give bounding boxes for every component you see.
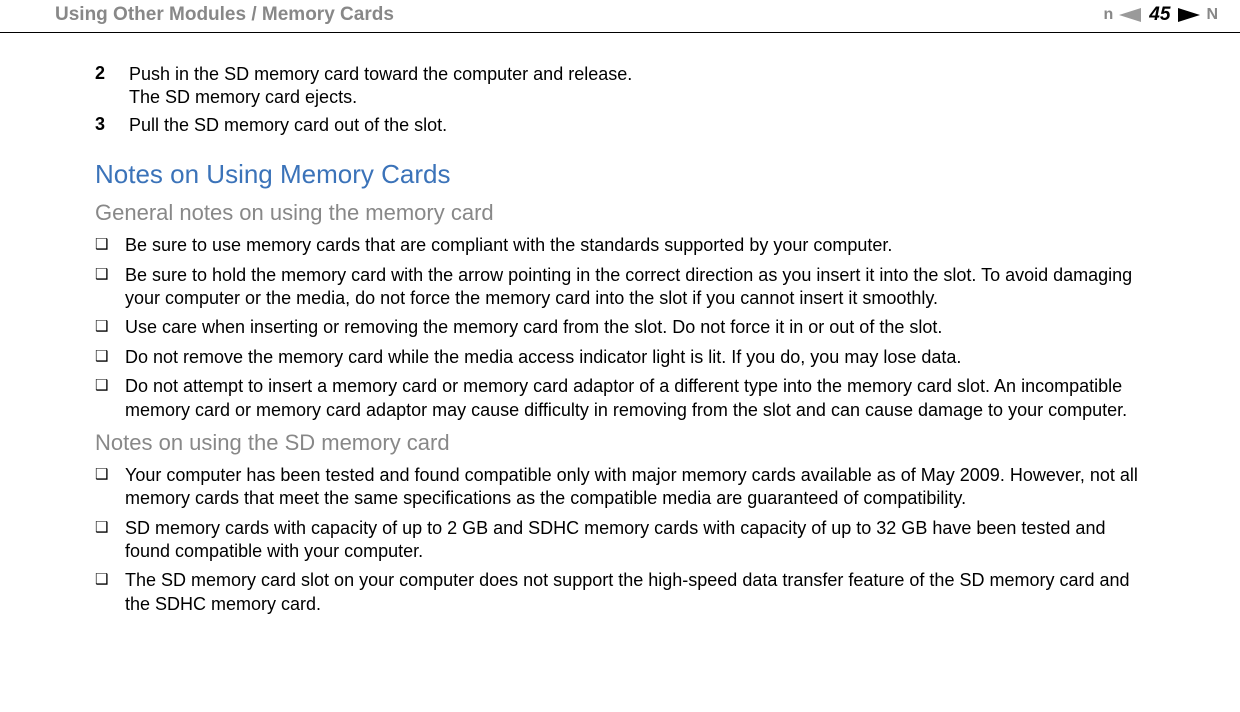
- step-text: Pull the SD memory card out of the slot.: [129, 114, 447, 137]
- list-item: ❑ Your computer has been tested and foun…: [95, 464, 1145, 511]
- step-2: 2 Push in the SD memory card toward the …: [95, 63, 1145, 110]
- bullet-icon: ❑: [95, 346, 125, 369]
- list-item-text: SD memory cards with capacity of up to 2…: [125, 517, 1145, 564]
- bullet-icon: ❑: [95, 464, 125, 487]
- step-number: 2: [95, 63, 129, 84]
- breadcrumb: Using Other Modules / Memory Cards: [55, 4, 394, 26]
- next-page-icon[interactable]: [1178, 8, 1200, 22]
- bullet-icon: ❑: [95, 264, 125, 287]
- page-number: 45: [1149, 4, 1170, 26]
- step-3: 3 Pull the SD memory card out of the slo…: [95, 114, 1145, 137]
- step-number: 3: [95, 114, 129, 135]
- page-navigator: n 45 N: [1102, 4, 1220, 26]
- nav-n-left[interactable]: n: [1104, 6, 1114, 24]
- bullet-icon: ❑: [95, 569, 125, 592]
- step-line: The SD memory card ejects.: [129, 86, 632, 109]
- list-item: ❑ The SD memory card slot on your comput…: [95, 569, 1145, 616]
- list-item-text: Do not remove the memory card while the …: [125, 346, 961, 369]
- list-item: ❑ Do not remove the memory card while th…: [95, 346, 1145, 369]
- list-item-text: Your computer has been tested and found …: [125, 464, 1145, 511]
- list-item-text: The SD memory card slot on your computer…: [125, 569, 1145, 616]
- step-line: Pull the SD memory card out of the slot.: [129, 114, 447, 137]
- list-item-text: Be sure to use memory cards that are com…: [125, 234, 892, 257]
- list-item-text: Do not attempt to insert a memory card o…: [125, 375, 1145, 422]
- list-item: ❑ Use care when inserting or removing th…: [95, 316, 1145, 339]
- nav-n-right[interactable]: N: [1206, 6, 1218, 24]
- page-header: Using Other Modules / Memory Cards n 45 …: [0, 0, 1240, 33]
- general-notes-list: ❑ Be sure to use memory cards that are c…: [95, 234, 1145, 422]
- list-item-text: Use care when inserting or removing the …: [125, 316, 942, 339]
- bullet-icon: ❑: [95, 234, 125, 257]
- list-item-text: Be sure to hold the memory card with the…: [125, 264, 1145, 311]
- subsection-heading: Notes on using the SD memory card: [95, 430, 1145, 456]
- sd-notes-list: ❑ Your computer has been tested and foun…: [95, 464, 1145, 616]
- bullet-icon: ❑: [95, 375, 125, 398]
- step-text: Push in the SD memory card toward the co…: [129, 63, 632, 110]
- list-item: ❑ Be sure to hold the memory card with t…: [95, 264, 1145, 311]
- page-content: 2 Push in the SD memory card toward the …: [0, 33, 1240, 616]
- prev-page-icon[interactable]: [1119, 8, 1141, 22]
- list-item: ❑ Be sure to use memory cards that are c…: [95, 234, 1145, 257]
- subsection-heading: General notes on using the memory card: [95, 200, 1145, 226]
- list-item: ❑ Do not attempt to insert a memory card…: [95, 375, 1145, 422]
- document-page: Using Other Modules / Memory Cards n 45 …: [0, 0, 1240, 712]
- bullet-icon: ❑: [95, 517, 125, 540]
- list-item: ❑ SD memory cards with capacity of up to…: [95, 517, 1145, 564]
- section-heading: Notes on Using Memory Cards: [95, 159, 1145, 190]
- step-line: Push in the SD memory card toward the co…: [129, 63, 632, 86]
- bullet-icon: ❑: [95, 316, 125, 339]
